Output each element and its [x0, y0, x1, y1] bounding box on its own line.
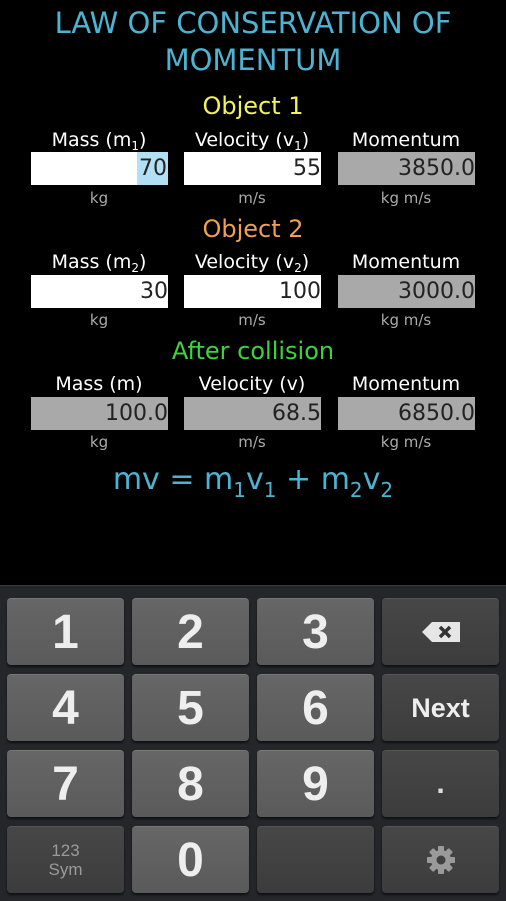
object2-mass-input[interactable]: 30 — [31, 275, 168, 308]
object2-velocity-unit: m/s — [238, 311, 266, 329]
backspace-key[interactable] — [382, 598, 499, 665]
after-velocity-unit: m/s — [238, 433, 266, 451]
after-velocity-output: 68.5 — [184, 397, 321, 430]
key-7[interactable]: 7 — [7, 750, 124, 817]
object2-velocity-label: Velocity (v2) — [194, 251, 310, 275]
symbols-label-2: Sym — [48, 860, 83, 879]
after-velocity-label: Velocity (v) — [198, 373, 306, 395]
decimal-label: . — [436, 767, 445, 800]
object1-momentum-unit: kg m/s — [380, 189, 432, 207]
backspace-icon — [421, 622, 460, 642]
after-momentum-label: Momentum — [351, 373, 461, 395]
object2-mass-label: Mass (m2) — [51, 251, 147, 275]
object2-velocity-input[interactable]: 100 — [184, 275, 321, 308]
title-line-2: MOMENTUM — [164, 43, 342, 77]
after-momentum-unit: kg m/s — [380, 433, 432, 451]
decimal-key[interactable]: . — [382, 750, 499, 817]
next-label: Next — [411, 692, 470, 723]
key-3[interactable]: 3 — [257, 598, 374, 665]
key-5[interactable]: 5 — [132, 674, 249, 741]
object1-momentum-label: Momentum — [351, 129, 461, 151]
space-key[interactable] — [257, 826, 374, 893]
key-9[interactable]: 9 — [257, 750, 374, 817]
key-2[interactable]: 2 — [132, 598, 249, 665]
after-heading: After collision — [171, 337, 335, 365]
key-1[interactable]: 1 — [7, 598, 124, 665]
object1-velocity-label: Velocity (v1) — [194, 129, 310, 153]
key-4[interactable]: 4 — [7, 674, 124, 741]
numeric-keyboard: 1 2 3 4 5 6 Next 7 8 9 . 123 Sym 0 — [0, 585, 506, 901]
object1-velocity-unit: m/s — [238, 189, 266, 207]
settings-key[interactable] — [382, 826, 499, 893]
key-0[interactable]: 0 — [132, 826, 249, 893]
after-momentum-output: 6850.0 — [338, 397, 475, 430]
symbols-key[interactable]: 123 Sym — [7, 826, 124, 893]
selected-text: 70 — [137, 152, 168, 185]
key-8[interactable]: 8 — [132, 750, 249, 817]
object1-mass-input[interactable]: 70 — [31, 152, 168, 185]
gear-icon — [426, 846, 455, 874]
symbols-label-1: 123 — [51, 841, 80, 860]
object2-mass-unit: kg — [89, 311, 109, 329]
object1-mass-label: Mass (m1) — [51, 129, 147, 153]
object2-momentum-label: Momentum — [351, 251, 461, 273]
object1-momentum-output: 3850.0 — [338, 152, 475, 185]
after-mass-unit: kg — [89, 433, 109, 451]
object2-heading: Object 2 — [202, 215, 304, 243]
after-mass-label: Mass (m) — [55, 373, 143, 395]
next-key[interactable]: Next — [382, 674, 499, 741]
object1-mass-unit: kg — [89, 189, 109, 207]
object1-velocity-input[interactable]: 55 — [184, 152, 321, 185]
after-mass-output: 100.0 — [31, 397, 168, 430]
object2-momentum-unit: kg m/s — [380, 311, 432, 329]
object2-momentum-output: 3000.0 — [338, 275, 475, 308]
key-6[interactable]: 6 — [257, 674, 374, 741]
page-title: LAW OF CONSERVATION OF MOMENTUM — [0, 5, 506, 79]
object1-heading: Object 1 — [202, 92, 304, 120]
title-line-1: LAW OF CONSERVATION OF — [54, 6, 452, 40]
formula: mv = m1v1 + m2v2 — [112, 462, 394, 502]
